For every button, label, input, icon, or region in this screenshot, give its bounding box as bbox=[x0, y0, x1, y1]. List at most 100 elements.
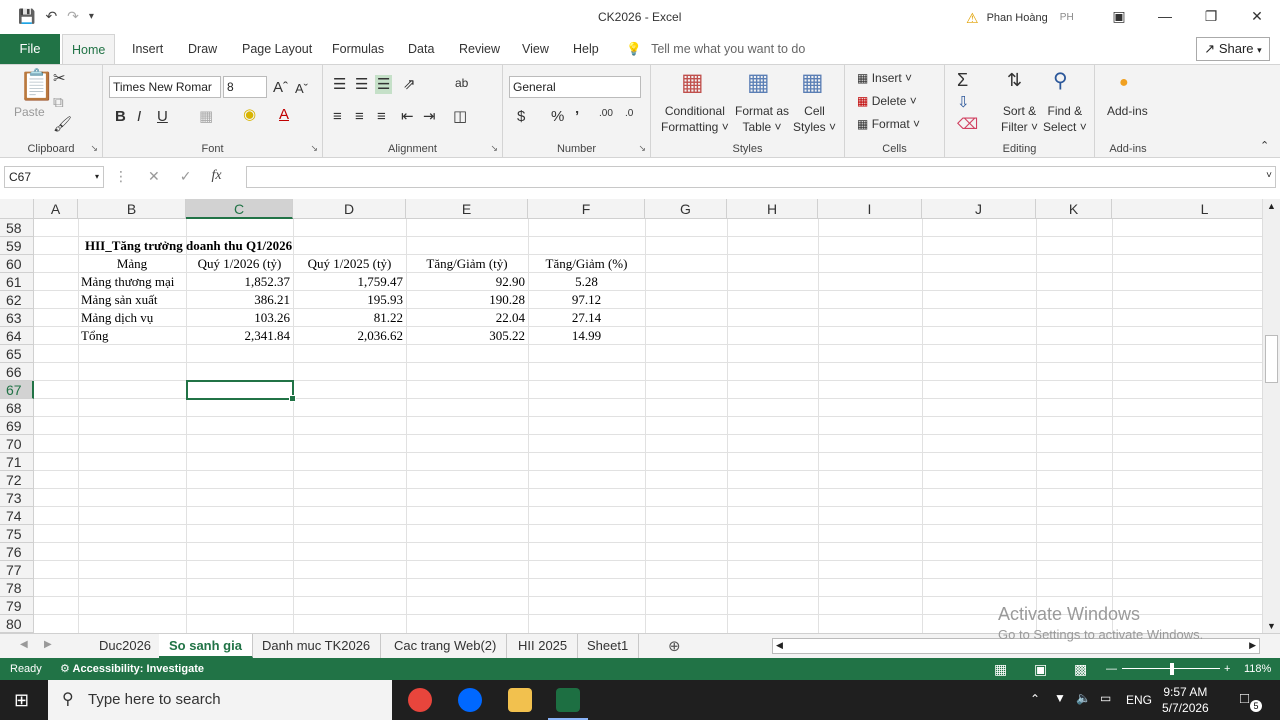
accessibility-status[interactable]: ⚙ Accessibility: Investigate bbox=[60, 658, 204, 680]
align-right-icon[interactable]: ≡ bbox=[377, 109, 386, 124]
sort-filter-button[interactable]: Sort & Filter ˅ bbox=[1001, 104, 1038, 135]
excel-taskbar-icon[interactable] bbox=[556, 688, 580, 712]
zoom-level[interactable]: 118% bbox=[1244, 658, 1271, 680]
sheet-tab[interactable]: HII 2025 bbox=[508, 634, 579, 658]
zalo-icon[interactable] bbox=[458, 688, 482, 712]
tab-insert[interactable]: Insert bbox=[132, 34, 163, 64]
active-cell[interactable] bbox=[186, 380, 296, 402]
merge-center-icon[interactable]: ◫ bbox=[453, 109, 467, 124]
collapse-ribbon-icon[interactable]: ⌃ bbox=[1260, 141, 1269, 152]
table-cell[interactable]: 1,852.37 bbox=[186, 273, 293, 291]
wrap-text-icon[interactable]: ab bbox=[455, 77, 468, 89]
table-cell[interactable]: 81.22 bbox=[293, 309, 406, 327]
table-cell[interactable]: 97.12 bbox=[528, 291, 645, 309]
zoom-slider-thumb[interactable] bbox=[1170, 663, 1174, 675]
tab-help[interactable]: Help bbox=[573, 34, 599, 64]
dialog-launcher-icon[interactable]: ↘ bbox=[638, 143, 646, 154]
page-break-view-icon[interactable]: ▩ bbox=[1074, 658, 1087, 680]
tab-draw[interactable]: Draw bbox=[188, 34, 217, 64]
table-cell[interactable]: Mảng sản xuất bbox=[78, 291, 186, 309]
table-cell[interactable]: 14.99 bbox=[528, 327, 645, 345]
format-painter-icon[interactable]: 🖌 bbox=[53, 117, 72, 132]
row-header[interactable]: 70 bbox=[0, 435, 34, 453]
row-header[interactable]: 61 bbox=[0, 273, 34, 291]
row-header[interactable]: 63 bbox=[0, 309, 34, 327]
row-header[interactable]: 65 bbox=[0, 345, 34, 363]
column-header-l[interactable]: L bbox=[1112, 199, 1262, 219]
table-cell[interactable]: Tổng bbox=[78, 327, 186, 345]
worksheet-grid[interactable]: A B C D E F G H I J K L 58 59 60 61 62 6… bbox=[0, 199, 1262, 633]
align-left-icon[interactable]: ≡ bbox=[333, 109, 342, 124]
fx-icon[interactable]: fx bbox=[211, 168, 221, 185]
row-header[interactable]: 64 bbox=[0, 327, 34, 345]
prev-sheet-icon[interactable]: ◀ bbox=[20, 639, 28, 650]
decrease-font-icon[interactable]: Aˇ bbox=[295, 82, 308, 95]
orientation-icon[interactable]: ⇗ bbox=[403, 77, 416, 92]
row-header[interactable]: 71 bbox=[0, 453, 34, 471]
addins-button[interactable]: Add-ins bbox=[1107, 104, 1148, 120]
tab-home[interactable]: Home bbox=[62, 34, 116, 64]
underline-icon[interactable]: U bbox=[157, 109, 168, 124]
table-cell[interactable]: Mảng dịch vụ bbox=[78, 309, 186, 327]
row-header[interactable]: 74 bbox=[0, 507, 34, 525]
ribbon-display-icon[interactable]: ▣ bbox=[1096, 0, 1142, 32]
column-header-b[interactable]: B bbox=[78, 199, 186, 219]
chrome-icon[interactable] bbox=[408, 688, 432, 712]
increase-indent-icon[interactable]: ⇥ bbox=[423, 109, 436, 124]
align-top-icon[interactable]: ☰ bbox=[333, 77, 346, 92]
delete-cells-button[interactable]: ▦ Delete ˅ bbox=[857, 94, 917, 110]
sheet-tab[interactable]: Danh muc TK2026 bbox=[252, 634, 382, 658]
table-cell[interactable]: 5.28 bbox=[528, 273, 645, 291]
table-cell[interactable]: 195.93 bbox=[293, 291, 406, 309]
percent-icon[interactable]: % bbox=[551, 109, 564, 124]
row-header[interactable]: 77 bbox=[0, 561, 34, 579]
dialog-launcher-icon[interactable]: ↘ bbox=[490, 143, 498, 154]
column-header-e[interactable]: E bbox=[406, 199, 528, 219]
row-header[interactable]: 80 bbox=[0, 615, 34, 633]
table-header[interactable]: Quý 1/2026 (tỷ) bbox=[186, 255, 293, 273]
table-cell[interactable]: 305.22 bbox=[406, 327, 528, 345]
comma-style-icon[interactable]: ’ bbox=[575, 109, 579, 124]
scroll-left-icon[interactable]: ◀ bbox=[776, 640, 783, 651]
column-header-d[interactable]: D bbox=[293, 199, 406, 219]
bold-icon[interactable]: B bbox=[115, 109, 126, 124]
column-header-k[interactable]: K bbox=[1036, 199, 1112, 219]
table-cell[interactable]: 2,036.62 bbox=[293, 327, 406, 345]
insert-cells-button[interactable]: ▦ Insert ˅ bbox=[857, 71, 912, 87]
sheet-tab[interactable]: Duc2026 bbox=[89, 634, 163, 658]
fill-icon[interactable]: ⇩ bbox=[957, 95, 970, 110]
column-header-j[interactable]: J bbox=[922, 199, 1036, 219]
row-header[interactable]: 66 bbox=[0, 363, 34, 381]
formula-input[interactable] bbox=[246, 166, 1276, 188]
enter-icon[interactable]: ✓ bbox=[180, 168, 192, 185]
tab-review[interactable]: Review bbox=[459, 34, 500, 64]
vertical-scrollbar[interactable]: ▲ ▼ bbox=[1262, 199, 1280, 633]
taskbar-search[interactable]: ⚲ Type here to search bbox=[48, 680, 392, 720]
language-indicator[interactable]: ENG bbox=[1126, 693, 1152, 707]
font-color-icon[interactable]: A bbox=[279, 107, 289, 122]
sheet-tab[interactable]: Sheet1 bbox=[577, 634, 640, 658]
autosum-icon[interactable]: Σ bbox=[957, 71, 968, 89]
cell-styles-button[interactable]: Cell Styles ˅ bbox=[793, 104, 836, 135]
column-header-i[interactable]: I bbox=[818, 199, 922, 219]
table-cell[interactable]: 386.21 bbox=[186, 291, 293, 309]
zoom-out-icon[interactable]: — bbox=[1106, 658, 1117, 680]
customize-qat-icon[interactable]: ▾ bbox=[89, 11, 94, 22]
restore-icon[interactable]: ❐ bbox=[1188, 0, 1234, 32]
name-box[interactable]: C67 ▾ bbox=[4, 166, 104, 188]
share-button[interactable]: ↗ Share ▾ bbox=[1196, 37, 1270, 61]
table-cell[interactable]: 103.26 bbox=[186, 309, 293, 327]
undo-icon[interactable]: ↶ bbox=[45, 8, 57, 25]
copy-icon[interactable]: ⧉ bbox=[53, 95, 64, 110]
scroll-thumb[interactable] bbox=[1265, 335, 1278, 383]
scroll-right-icon[interactable]: ▶ bbox=[1249, 640, 1256, 651]
sheet-tab[interactable]: Cac trang Web(2) bbox=[384, 634, 508, 658]
italic-icon[interactable]: I bbox=[137, 109, 141, 124]
table-cell[interactable]: 190.28 bbox=[406, 291, 528, 309]
user-account[interactable]: ⚠ Phan Hoàng PH bbox=[966, 9, 1078, 27]
font-name-select[interactable]: Times New Romar bbox=[109, 76, 221, 98]
tab-data[interactable]: Data bbox=[408, 34, 434, 64]
column-header-a[interactable]: A bbox=[34, 199, 78, 219]
notification-icon[interactable]: □ bbox=[1240, 690, 1249, 707]
borders-icon[interactable]: ▦ bbox=[199, 109, 213, 124]
